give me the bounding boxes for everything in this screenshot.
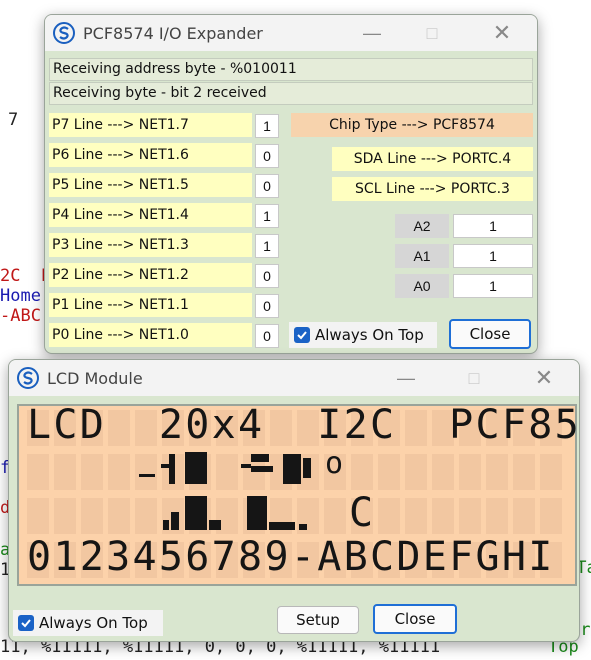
window-title: PCF8574 I/O Expander [83,23,263,43]
chip-type-label: Chip Type ---> PCF8574 [291,113,533,137]
setup-button[interactable]: Setup [277,606,359,634]
window-title: LCD Module [47,368,143,388]
bg-fragment: -ABC [0,306,41,326]
pin-label-p5: P5 Line ---> NET1.5 [49,173,252,197]
pin-value-p7: 1 [255,114,279,138]
pin-label-p4: P4 Line ---> NET1.4 [49,203,252,227]
checkmark-icon [18,615,34,631]
status-address: Receiving address byte - %010011 [49,58,533,81]
pin-label-p0: P0 Line ---> NET1.0 [49,323,252,347]
lcd-line-1: LCD 20x4 I2C PCF8574 [27,402,580,448]
always-on-top-label: Always On Top [39,614,148,632]
pin-label-p1: P1 Line ---> NET1.1 [49,293,252,317]
address-value-a0: 1 [453,274,533,298]
close-button[interactable]: Close [449,319,531,349]
bg-fragment: 7 [8,110,19,130]
always-on-top-checkbox[interactable]: Always On Top [13,610,163,636]
pin-value-p6: 0 [255,144,279,168]
app-logo-icon [53,22,75,44]
pin-value-p2: 0 [255,264,279,288]
lcd-line-2: o [325,446,346,481]
pin-label-p3: P3 Line ---> NET1.3 [49,233,252,257]
maximize-icon[interactable]: □ [451,360,497,396]
address-value-a2: 1 [453,214,533,238]
minimize-icon[interactable]: — [349,15,395,51]
status-byte: Receiving byte - bit 2 received [49,82,533,105]
pin-label-p2: P2 Line ---> NET1.2 [49,263,252,287]
pcf8574-window: PCF8574 I/O Expander — □ ✕ Receiving add… [44,14,538,354]
pin-value-p5: 0 [255,174,279,198]
pin-label-p6: P6 Line ---> NET1.6 [49,143,252,167]
sda-line-label: SDA Line ---> PORTC.4 [332,147,533,171]
close-icon[interactable]: ✕ [479,15,525,51]
pin-value-p3: 1 [255,234,279,258]
scl-line-label: SCL Line ---> PORTC.3 [332,177,533,201]
title-bar[interactable]: LCD Module — □ ✕ [9,360,579,396]
address-value-a1: 1 [453,244,533,268]
lcd-custom-glyphs-row3 [163,496,307,530]
lcd-line-3: C [349,490,376,536]
pin-value-p4: 1 [255,204,279,228]
address-label-a1: A1 [395,244,449,268]
pin-label-p7: P7 Line ---> NET1.7 [49,113,252,137]
pin-value-p0: 0 [255,324,279,348]
lcd-display: LCD 20x4 I2C PCF8574 o C 0123456789-ABCD… [17,402,580,586]
title-bar[interactable]: PCF8574 I/O Expander — □ ✕ [45,15,537,51]
close-button[interactable]: Close [373,604,457,634]
pin-value-p1: 0 [255,294,279,318]
bg-fragment: Home [0,286,41,306]
address-label-a0: A0 [395,274,449,298]
lcd-line-4: 0123456789-ABCDEFGHI [27,534,555,580]
lcd-custom-glyphs-row2 [139,452,311,484]
always-on-top-label: Always On Top [315,326,424,344]
app-logo-icon [17,367,39,389]
checkmark-icon [294,327,310,343]
lcd-module-window: LCD Module — □ ✕ LCD 20x4 I2C PCF8574 o [8,359,580,642]
minimize-icon[interactable]: — [383,360,429,396]
close-icon[interactable]: ✕ [521,360,567,396]
address-label-a2: A2 [395,214,449,238]
always-on-top-checkbox[interactable]: Always On Top [289,322,437,348]
maximize-icon[interactable]: □ [409,15,455,51]
